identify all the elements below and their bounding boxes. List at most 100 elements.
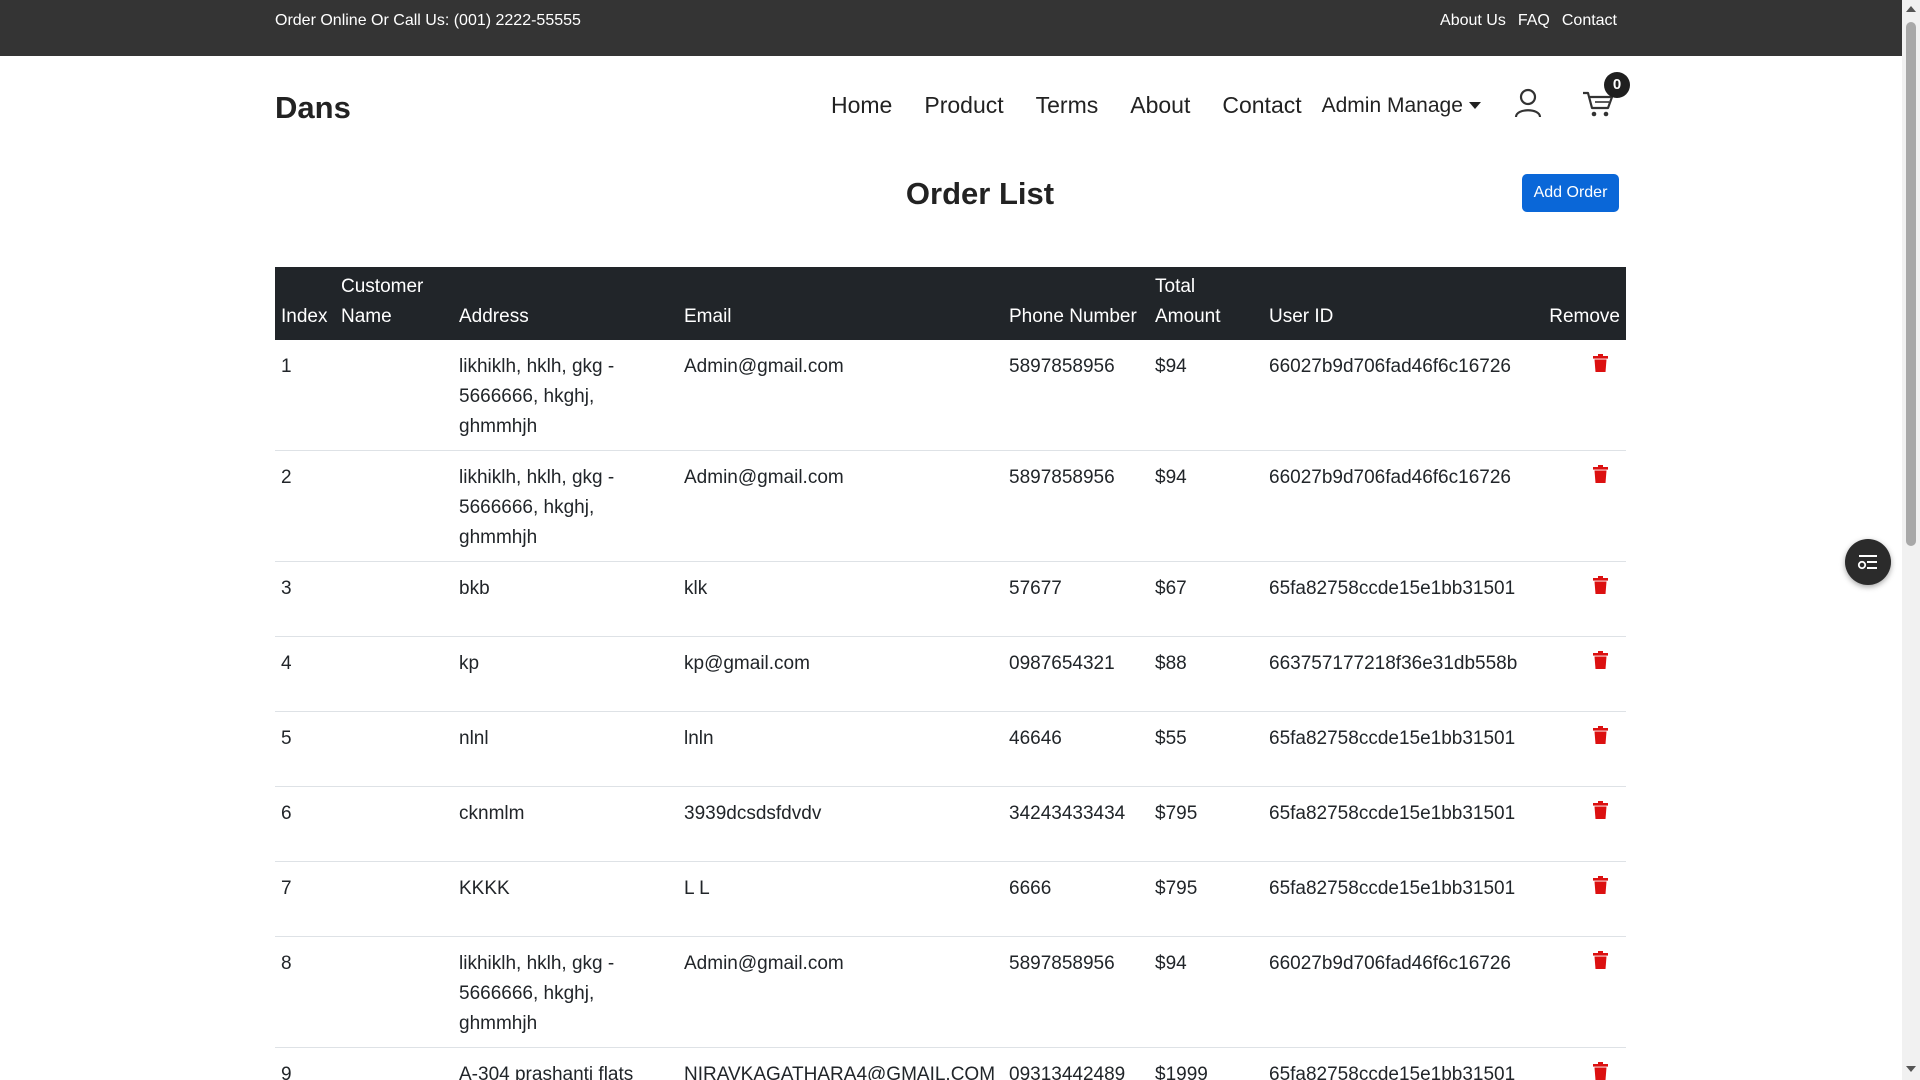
cell-total-amount: $88	[1149, 636, 1263, 712]
table-row: 3 bkb klk 57677 $67 65fa82758ccde15e1bb31501	[275, 561, 1626, 637]
trash-icon[interactable]	[1593, 576, 1608, 594]
admin-manage-dropdown[interactable]: Admin Manage	[1322, 94, 1481, 118]
cell-remove	[1540, 450, 1626, 562]
cell-address: likhiklh, hklh, gkg - 5666666, hkghj, gh…	[453, 936, 678, 1048]
table-row: 9 A-304 prashanti flats NIRAVKAGATHARA4@GM…	[275, 1047, 1626, 1080]
cell-user-id: 65fa82758ccde15e1bb31501	[1263, 1047, 1540, 1080]
cell-total-amount: $1999	[1149, 1047, 1263, 1080]
cell-total-amount: $795	[1149, 861, 1263, 937]
add-order-button[interactable]: Add Order	[1522, 174, 1619, 212]
header-remove: Remove	[1549, 306, 1620, 327]
cell-email: 3939dcsdsfdvdv	[678, 786, 1003, 862]
user-icon[interactable]	[1514, 88, 1542, 118]
table-row: 1 likhiklh, hklh, gkg - 5666666, hkghj, g…	[275, 340, 1626, 451]
cell-total-amount: $55	[1149, 711, 1263, 787]
top-links: About Us FAQ Contact	[1440, 12, 1617, 30]
cell-total-amount: $795	[1149, 786, 1263, 862]
cell-remove	[1540, 786, 1626, 862]
cell-user-id: 65fa82758ccde15e1bb31501	[1263, 561, 1540, 637]
nav-product[interactable]: Product	[924, 92, 1003, 119]
cell-email: klk	[678, 561, 1003, 637]
cell-index: 4	[275, 636, 335, 712]
cell-index: 5	[275, 711, 335, 787]
cell-user-id: 66027b9d706fad46f6c16726	[1263, 936, 1540, 1048]
cell-phone: 5897858956	[1003, 450, 1149, 562]
top-link-about-us[interactable]: About Us	[1440, 12, 1506, 30]
cell-phone: 34243433434	[1003, 786, 1149, 862]
cell-phone: 0987654321	[1003, 636, 1149, 712]
cell-customer-name	[335, 1047, 453, 1080]
cell-phone: 46646	[1003, 711, 1149, 787]
brand-logo[interactable]: Dans	[275, 90, 351, 126]
cell-address: likhiklh, hklh, gkg - 5666666, hkghj, gh…	[453, 340, 678, 451]
cell-address: kp	[453, 636, 678, 712]
table-row: 4 kp kp@gmail.com 0987654321 $88 663757177218…	[275, 636, 1626, 712]
cell-address: likhiklh, hklh, gkg - 5666666, hkghj, gh…	[453, 450, 678, 562]
scroll-down-arrow-icon[interactable]	[1906, 1066, 1916, 1072]
cell-user-id: 66027b9d706fad46f6c16726	[1263, 450, 1540, 562]
cell-address: bkb	[453, 561, 678, 637]
header-total-line2: Amount	[1155, 306, 1221, 327]
cell-email: Admin@gmail.com	[678, 450, 1003, 562]
header-total-line1: Total	[1155, 276, 1196, 297]
cell-remove	[1540, 1047, 1626, 1080]
cell-email: L L	[678, 861, 1003, 937]
cell-remove	[1540, 636, 1626, 712]
filter-list-icon	[1857, 555, 1877, 570]
cell-email: NIRAVKAGATHARA4@GMAIL.COM	[678, 1047, 1003, 1080]
cell-email: Admin@gmail.com	[678, 936, 1003, 1048]
cell-customer-name	[335, 936, 453, 1048]
scroll-thumb[interactable]	[1906, 22, 1916, 546]
cell-phone: 6666	[1003, 861, 1149, 937]
top-link-faq[interactable]: FAQ	[1518, 12, 1550, 30]
header-phone: Phone Number	[1009, 306, 1137, 327]
nav-terms[interactable]: Terms	[1036, 92, 1099, 119]
cell-user-id: 65fa82758ccde15e1bb31501	[1263, 711, 1540, 787]
cell-customer-name	[335, 786, 453, 862]
cell-address: KKKK	[453, 861, 678, 937]
table-header-row: Index Customer Name Address Email Phone N…	[275, 267, 1626, 340]
cell-email: lnln	[678, 711, 1003, 787]
trash-icon[interactable]	[1593, 876, 1608, 894]
trash-icon[interactable]	[1593, 1062, 1608, 1080]
caret-down-icon	[1468, 102, 1481, 109]
cell-index: 1	[275, 340, 335, 451]
order-table: Index Customer Name Address Email Phone N…	[275, 267, 1626, 1080]
page-title: Order List	[905, 176, 1055, 211]
trash-icon[interactable]	[1593, 651, 1608, 669]
header-index: Index	[281, 306, 328, 327]
trash-icon[interactable]	[1593, 801, 1608, 819]
admin-manage-label: Admin Manage	[1321, 93, 1463, 117]
header-customer-name-line2: Name	[341, 306, 392, 327]
cell-index: 3	[275, 561, 335, 637]
cell-address: A-304 prashanti flats	[453, 1047, 678, 1080]
header-email: Email	[684, 306, 732, 327]
cell-phone: 09313442489	[1003, 1047, 1149, 1080]
trash-icon[interactable]	[1593, 726, 1608, 744]
header-customer-name-line1: Customer	[341, 276, 424, 297]
cell-customer-name	[335, 861, 453, 937]
nav-contact[interactable]: Contact	[1222, 92, 1301, 119]
table-row: 2 likhiklh, hklh, gkg - 5666666, hkghj, g…	[275, 450, 1626, 562]
trash-icon[interactable]	[1593, 465, 1608, 483]
scroll-up-arrow-icon[interactable]	[1906, 6, 1916, 12]
table-row: 5 nlnl lnln 46646 $55 65fa82758ccde15e1bb3150…	[275, 711, 1626, 787]
cell-remove	[1540, 711, 1626, 787]
cell-phone: 5897858956	[1003, 340, 1149, 451]
cell-user-id: 66027b9d706fad46f6c16726	[1263, 340, 1540, 451]
cell-customer-name	[335, 636, 453, 712]
table-row: 7 KKKK L L 6666 $795 65fa82758ccde15e1bb31501	[275, 861, 1626, 937]
cell-customer-name	[335, 340, 453, 451]
trash-icon[interactable]	[1593, 354, 1608, 372]
cell-remove	[1540, 936, 1626, 1048]
cell-user-id: 663757177218f36e31db558b	[1263, 636, 1540, 712]
nav-home[interactable]: Home	[831, 92, 892, 119]
vertical-scrollbar[interactable]	[1902, 0, 1920, 1080]
cell-email: kp@gmail.com	[678, 636, 1003, 712]
trash-icon[interactable]	[1593, 951, 1608, 969]
cell-total-amount: $94	[1149, 340, 1263, 451]
top-link-contact[interactable]: Contact	[1562, 12, 1617, 30]
cart-count-badge: 0	[1604, 72, 1630, 98]
floating-menu-button[interactable]	[1845, 539, 1891, 585]
nav-about[interactable]: About	[1130, 92, 1190, 119]
